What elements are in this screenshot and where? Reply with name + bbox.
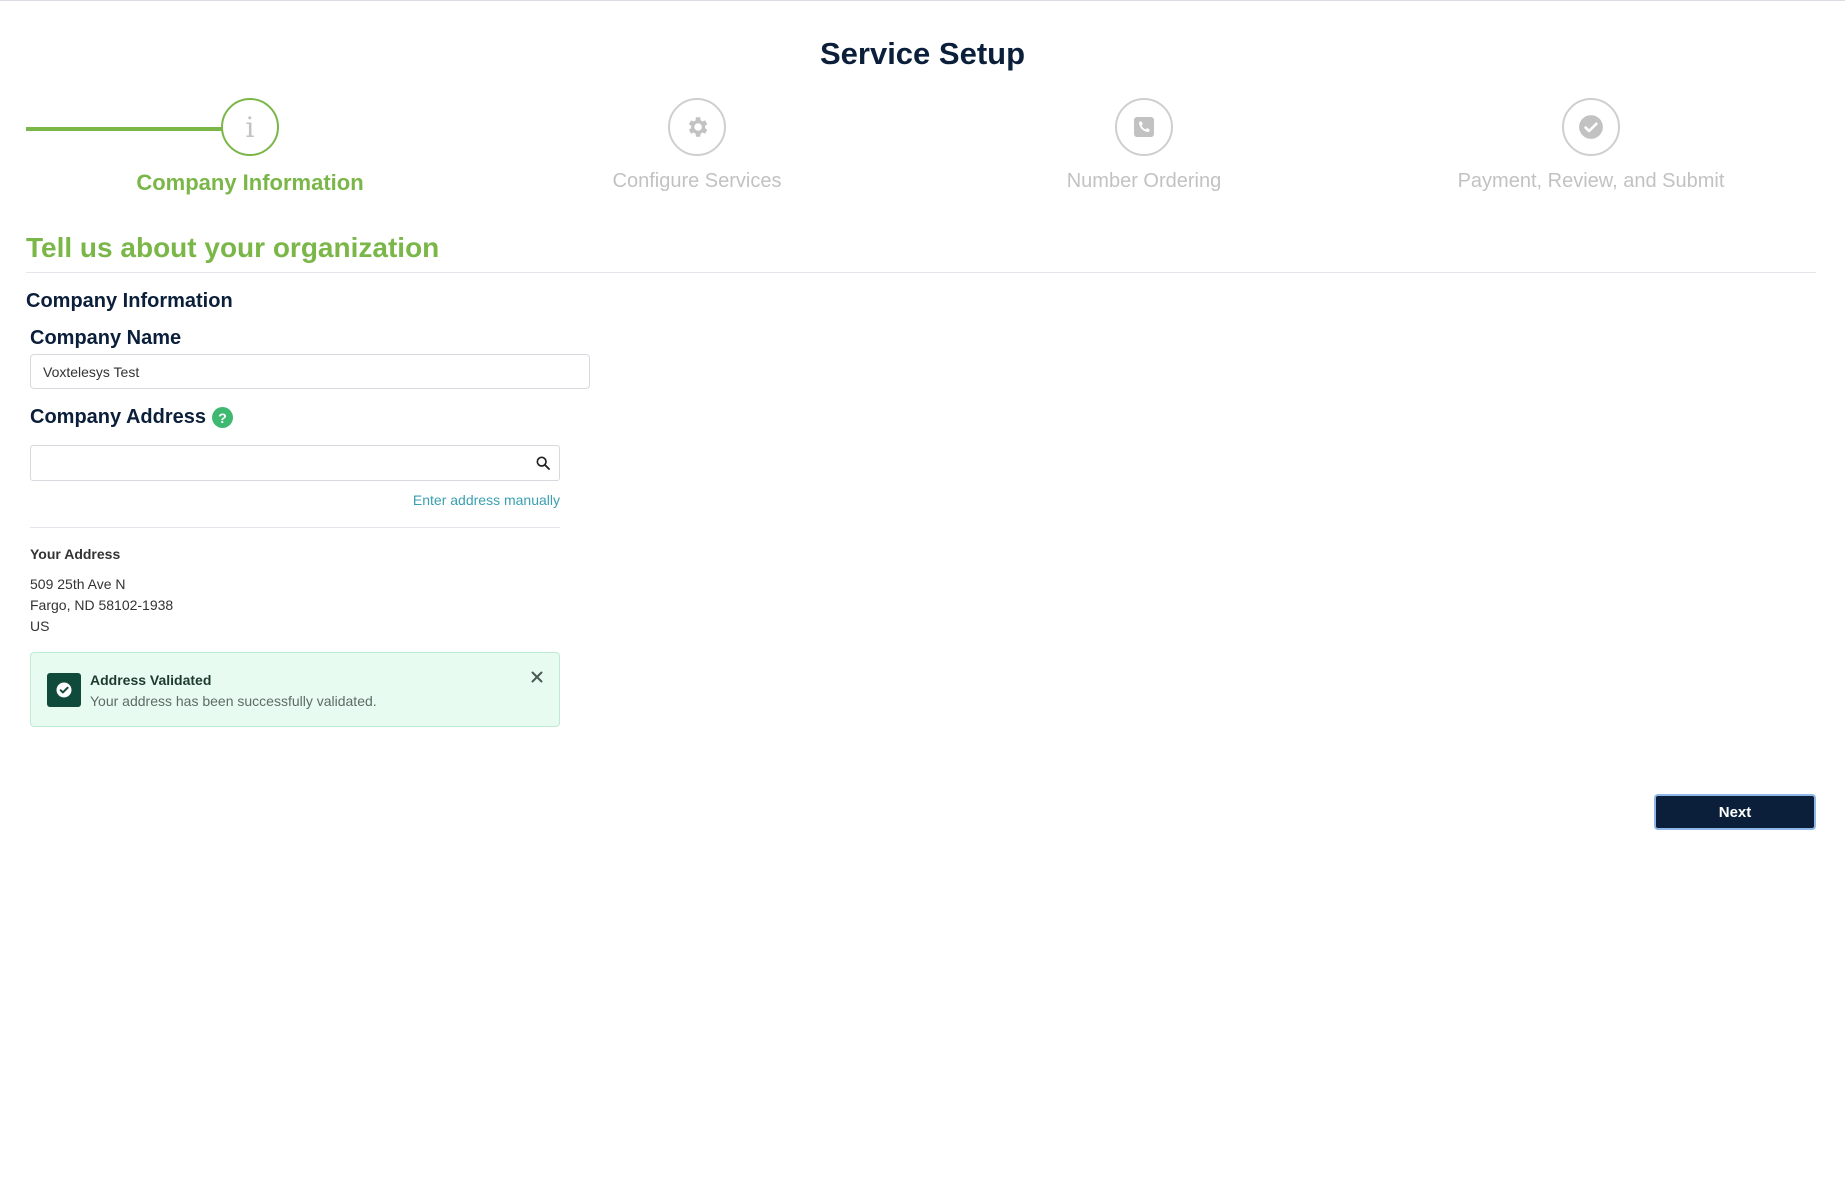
sub-heading: Company Information: [26, 290, 233, 312]
company-address-label: Company Address ?: [30, 406, 233, 429]
phone-icon: [1134, 117, 1154, 137]
company-name-label: Company Name: [30, 327, 181, 350]
step-label: Configure Services: [612, 170, 782, 192]
check-circle-icon: [1579, 115, 1603, 139]
gear-icon: [688, 117, 708, 137]
step-number-ordering[interactable]: Number Ordering: [934, 98, 1354, 193]
section-divider: [26, 272, 1816, 273]
search-icon[interactable]: [535, 455, 551, 471]
address-search[interactable]: [30, 445, 560, 481]
success-check-icon: [47, 673, 81, 707]
alert-message: Your address has been successfully valid…: [90, 693, 377, 709]
close-icon[interactable]: [529, 669, 545, 685]
section-title: Tell us about your organization: [26, 232, 440, 263]
address-validated-alert: Address Validated Your address has been …: [30, 652, 560, 727]
step-company-information[interactable]: i Company Information: [40, 98, 460, 196]
alert-title: Address Validated: [90, 672, 212, 688]
step-label: Payment, Review, and Submit: [1457, 170, 1725, 192]
step-circle: [668, 98, 726, 156]
step-circle: i: [221, 98, 279, 156]
next-button[interactable]: Next: [1654, 794, 1816, 830]
help-icon[interactable]: ?: [211, 407, 233, 428]
company-address-label-text: Company Address: [30, 406, 206, 428]
address-line-2: Fargo, ND 58102-1938: [30, 597, 174, 613]
company-name-label-text: Company Name: [30, 327, 182, 349]
top-border: [0, 0, 1845, 3]
company-name-input[interactable]: [30, 354, 590, 389]
step-circle: [1115, 98, 1173, 156]
stepper: i Company Information Configure Services…: [26, 98, 1816, 195]
step-label: Company Information: [136, 170, 364, 195]
enter-address-manually-link[interactable]: Enter address manually: [30, 492, 560, 508]
address-search-input[interactable]: [31, 446, 521, 480]
address-divider: [30, 527, 560, 528]
info-icon: i: [245, 110, 255, 144]
page-title: Service Setup: [819, 36, 1026, 71]
step-circle: [1562, 98, 1620, 156]
your-address-label: Your Address: [30, 546, 121, 562]
address-block: 509 25th Ave N Fargo, ND 58102-1938 US: [30, 574, 173, 637]
address-line-3: US: [30, 618, 50, 634]
address-line-1: 509 25th Ave N: [30, 576, 126, 592]
step-payment-review-submit[interactable]: Payment, Review, and Submit: [1381, 98, 1801, 193]
step-configure-services[interactable]: Configure Services: [487, 98, 907, 193]
step-label: Number Ordering: [1066, 170, 1222, 192]
